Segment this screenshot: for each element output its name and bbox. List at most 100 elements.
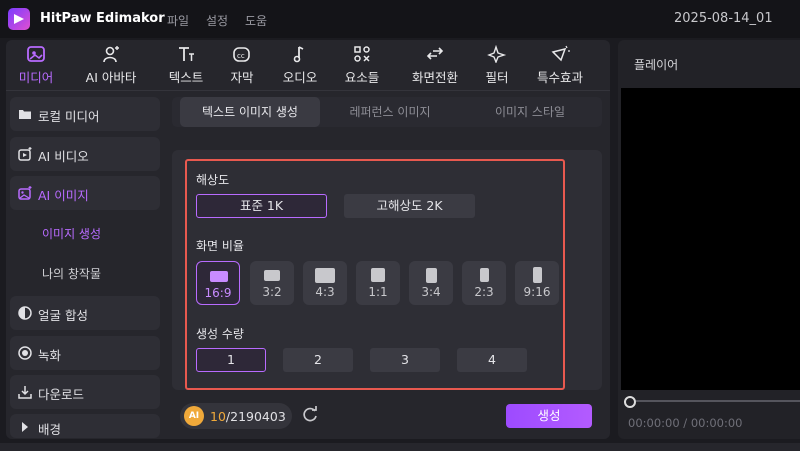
tool-ai-avatar[interactable]: AI 아바타	[78, 40, 144, 90]
aspect-ratio-option[interactable]: 1:1	[356, 261, 400, 305]
menu-file[interactable]: 파일	[167, 12, 189, 29]
transition-icon	[426, 47, 444, 60]
sidebar-item-label: 이미지 생성	[42, 227, 102, 241]
ai-video-icon	[18, 147, 32, 161]
sidebar-item-label: AI 이미지	[38, 188, 89, 203]
time-separator: /	[679, 416, 691, 430]
aspect-ratio-label: 1:1	[368, 285, 388, 299]
bottom-strip	[0, 443, 800, 451]
aspect-ratio-option[interactable]: 3:2	[250, 261, 294, 305]
aspect-ratio-shape-icon	[264, 269, 280, 281]
tool-label: 특수효과	[536, 70, 583, 85]
caret-right-icon	[22, 422, 28, 432]
tab-reference-image[interactable]: 레퍼런스 이미지	[322, 97, 458, 127]
count-4-button[interactable]: 4	[457, 348, 527, 372]
sidebar-item-face-swap[interactable]: 얼굴 합성	[10, 296, 160, 330]
sidebar-item-background[interactable]: 배경	[10, 414, 160, 438]
tab-image-style[interactable]: 이미지 스타일	[462, 97, 598, 127]
count-title: 생성 수량	[196, 327, 244, 341]
aspect-ratio-shape-icon	[479, 268, 489, 282]
credits-used: 10	[210, 409, 226, 424]
app-title: HitPaw Edimakor	[40, 11, 165, 26]
media-icon	[27, 46, 45, 62]
aspect-ratio-shape-icon	[210, 270, 228, 282]
tool-caption[interactable]: cc 자막	[220, 40, 264, 90]
tool-label: 미디어	[18, 70, 54, 85]
tool-label: 오디오	[282, 70, 318, 85]
aspect-ratio-shape-icon	[532, 267, 542, 283]
sidebar-subitem-image-generate[interactable]: 이미지 생성	[10, 216, 160, 250]
sidebar-item-label: AI 비디오	[38, 149, 89, 164]
tool-label: AI 아바타	[85, 70, 137, 85]
menu-settings[interactable]: 설정	[206, 12, 228, 29]
sidebar-item-label: 배경	[38, 422, 62, 437]
main-toolbar: 미디어 AI 아바타 텍스트 cc 자막 오디오 요소들 화면전환 필터 특수효…	[6, 40, 610, 90]
record-icon	[18, 346, 32, 360]
sidebar-item-label: 녹화	[38, 348, 62, 363]
sidebar-subitem-my-creations[interactable]: 나의 창작물	[10, 256, 160, 290]
aspect-ratio-option[interactable]: 4:3	[303, 261, 347, 305]
sidebar-item-ai-video[interactable]: AI 비디오	[10, 137, 160, 171]
sidebar-item-label: 다운로드	[38, 387, 85, 402]
aspect-ratio-shape-icon	[371, 268, 385, 282]
player-title: 플레이어	[634, 58, 679, 72]
tool-text[interactable]: 텍스트	[158, 40, 214, 90]
sidebar-item-record[interactable]: 녹화	[10, 336, 160, 370]
sidebar-item-local-media[interactable]: 로컬 미디어	[10, 97, 160, 131]
resolution-2k-button[interactable]: 고해상도 2K	[344, 194, 475, 218]
aspect-ratio-shape-icon	[315, 267, 335, 283]
count-1-button[interactable]: 1	[196, 348, 266, 372]
sidebar-item-ai-image[interactable]: AI 이미지	[10, 176, 160, 210]
effects-icon	[551, 45, 570, 62]
aspect-ratio-option[interactable]: 2:3	[462, 261, 506, 305]
tool-effects[interactable]: 특수효과	[526, 40, 594, 90]
refresh-icon[interactable]	[300, 405, 320, 425]
menu-help[interactable]: 도움	[245, 12, 267, 29]
avatar-icon	[103, 46, 119, 63]
credit-count: 10/2190403	[210, 409, 286, 424]
tool-filter[interactable]: 필터	[478, 40, 516, 90]
sidebar-item-label: 나의 창작물	[42, 267, 102, 281]
tool-label: 텍스트	[168, 70, 204, 85]
sidebar-item-label: 얼굴 합성	[38, 308, 88, 323]
player-viewport	[621, 88, 800, 390]
count-3-button[interactable]: 3	[370, 348, 440, 372]
scrubber-handle[interactable]	[624, 396, 636, 408]
aspect-ratio-label: 3:2	[262, 285, 282, 299]
timeline-scrubber[interactable]	[630, 400, 800, 402]
resolution-1k-button[interactable]: 표준 1K	[196, 194, 327, 218]
project-name: 2025-08-14_01	[674, 11, 773, 26]
folder-icon	[19, 110, 31, 119]
aspect-ratio-label: 16:9	[204, 286, 232, 300]
tool-media[interactable]: 미디어	[6, 40, 66, 90]
aspect-ratio-option[interactable]: 16:9	[196, 261, 240, 305]
svg-text:cc: cc	[237, 52, 245, 60]
text-icon	[179, 47, 194, 61]
tool-label: 필터	[485, 70, 509, 85]
time-current: 00:00:00	[628, 416, 680, 430]
aspect-ratio-label: 2:3	[474, 285, 494, 299]
aspect-ratio-label: 3:4	[421, 285, 441, 299]
tool-elements[interactable]: 요소들	[336, 40, 388, 90]
tool-label: 자막	[230, 70, 254, 85]
ai-credit-icon: AI	[184, 406, 204, 426]
generate-button[interactable]: 생성	[506, 404, 592, 428]
elements-icon	[354, 46, 370, 62]
count-2-button[interactable]: 2	[283, 348, 353, 372]
tool-label: 요소들	[344, 70, 380, 85]
aspect-ratio-option[interactable]: 9:16	[515, 261, 559, 305]
timecode: 00:00:00 / 00:00:00	[628, 416, 743, 430]
aspect-ratio-shape-icon	[425, 267, 437, 283]
toolbar-divider	[6, 90, 610, 91]
tab-text-to-image[interactable]: 텍스트 이미지 생성	[180, 97, 320, 127]
sidebar-item-download[interactable]: 다운로드	[10, 375, 160, 409]
music-icon	[293, 46, 304, 63]
time-total: 00:00:00	[690, 416, 743, 430]
aspect-ratio-option[interactable]: 3:4	[409, 261, 453, 305]
caption-icon: cc	[233, 47, 250, 62]
tool-audio[interactable]: 오디오	[274, 40, 326, 90]
face-swap-icon	[18, 306, 32, 320]
tool-transition[interactable]: 화면전환	[402, 40, 468, 90]
credits-total: /2190403	[225, 409, 286, 424]
tool-label: 화면전환	[411, 70, 458, 85]
